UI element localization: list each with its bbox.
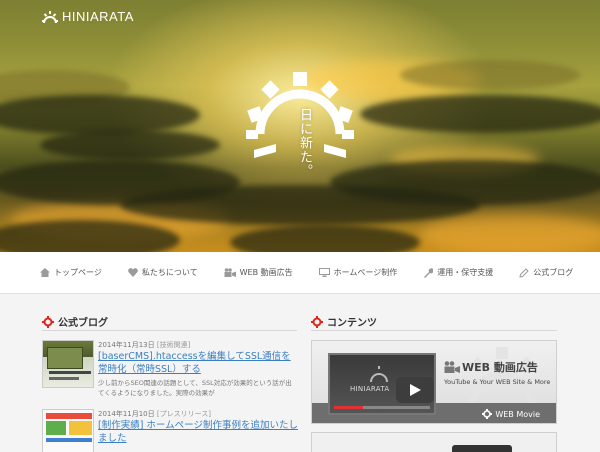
hero-banner: HINIARATA 日に新た。 (0, 0, 600, 252)
nav-label: トップページ (54, 268, 102, 277)
nav-item-maintenance[interactable]: 運用・保守支援 (423, 267, 493, 278)
wrench-icon (424, 267, 434, 278)
home-icon (40, 268, 50, 277)
web-movie-banner[interactable]: HINIARATA WEB 動画広告 YouTube & Your WEB Si… (311, 340, 557, 424)
blog-section-title: 公式ブログ (42, 314, 108, 329)
post-thumbnail[interactable] (42, 409, 94, 452)
video-camera-icon (444, 361, 460, 373)
mini-gear-icon (370, 366, 388, 383)
post-excerpt: 少し前からSEO関連の話題として、SSL対応が効果的という話が出てくるようになり… (98, 379, 292, 397)
heart-icon (128, 268, 138, 277)
red-gear-icon (42, 315, 54, 328)
post-meta: 2014年11月10日 [プレスリリース] (98, 409, 211, 419)
banner-label: WEB Movie (482, 409, 540, 419)
post-title-link[interactable]: [制作実績] ホームページ制作事例を追加いたしました (98, 419, 298, 445)
nav-item-blog[interactable]: 公式ブログ (519, 267, 573, 278)
pen-icon (519, 267, 529, 278)
gear-icon (482, 409, 493, 419)
banner-title: WEB 動画広告 (462, 361, 538, 374)
play-button[interactable] (396, 377, 434, 403)
nav-label: 私たちについて (141, 268, 198, 277)
contents-section-title: コンテンツ (311, 314, 377, 329)
mini-brand-text: HINIARATA (350, 385, 390, 393)
banner-subtitle: YouTube & Your WEB Site & More (444, 378, 551, 386)
blog-divider (42, 330, 297, 331)
global-nav: トップページ 私たちについて WEB 動画広告 ホームページ制作 運用・保守支援… (0, 252, 600, 294)
hero-slogan: 日に新た。 (297, 108, 312, 178)
post-date: 2014年11月10日 (98, 410, 155, 418)
nav-item-about[interactable]: 私たちについて (128, 267, 198, 278)
red-gear-icon (311, 315, 323, 328)
monitor-icon (318, 268, 330, 277)
brand-name: HINIARATA (62, 9, 134, 24)
banner-label-text: WEB Movie (495, 409, 540, 419)
video-player-frame: HINIARATA (328, 353, 436, 415)
post-category: [プレスリリース] (156, 410, 211, 418)
post-category: [技術関連] (156, 341, 191, 349)
blog-post: 2014年11月10日 [プレスリリース] [制作実績] ホームページ制作事例を… (42, 409, 298, 452)
post-title-link[interactable]: [baserCMS].htaccessを編集してSSL通信を常時化（常時SSL）… (98, 350, 298, 376)
banner-2-device (452, 445, 512, 452)
post-thumbnail[interactable] (42, 340, 94, 388)
progress-bar (334, 406, 430, 409)
contents-title-text: コンテンツ (327, 318, 377, 329)
nav-item-top[interactable]: トップページ (40, 267, 102, 278)
post-meta: 2014年11月13日 [技術関連] (98, 340, 190, 350)
blog-post: 2014年11月13日 [技術関連] [baserCMS].htaccessを編… (42, 340, 298, 400)
contents-divider (311, 330, 557, 331)
nav-item-web-video[interactable]: WEB 動画広告 (224, 267, 293, 278)
video-camera-icon (224, 268, 236, 277)
brand-logo[interactable]: HINIARATA (42, 9, 134, 24)
blog-title-text: 公式ブログ (58, 318, 108, 329)
nav-item-web-design[interactable]: ホームページ制作 (318, 267, 398, 278)
nav-label: ホームページ制作 (333, 268, 398, 277)
nav-label: WEB 動画広告 (239, 268, 293, 277)
contents-banner-2[interactable] (311, 432, 557, 452)
gear-logo-icon (42, 10, 58, 23)
post-date: 2014年11月13日 (98, 341, 155, 349)
nav-label: 公式ブログ (533, 268, 574, 277)
play-icon (410, 384, 421, 396)
nav-label: 運用・保守支援 (437, 268, 494, 277)
